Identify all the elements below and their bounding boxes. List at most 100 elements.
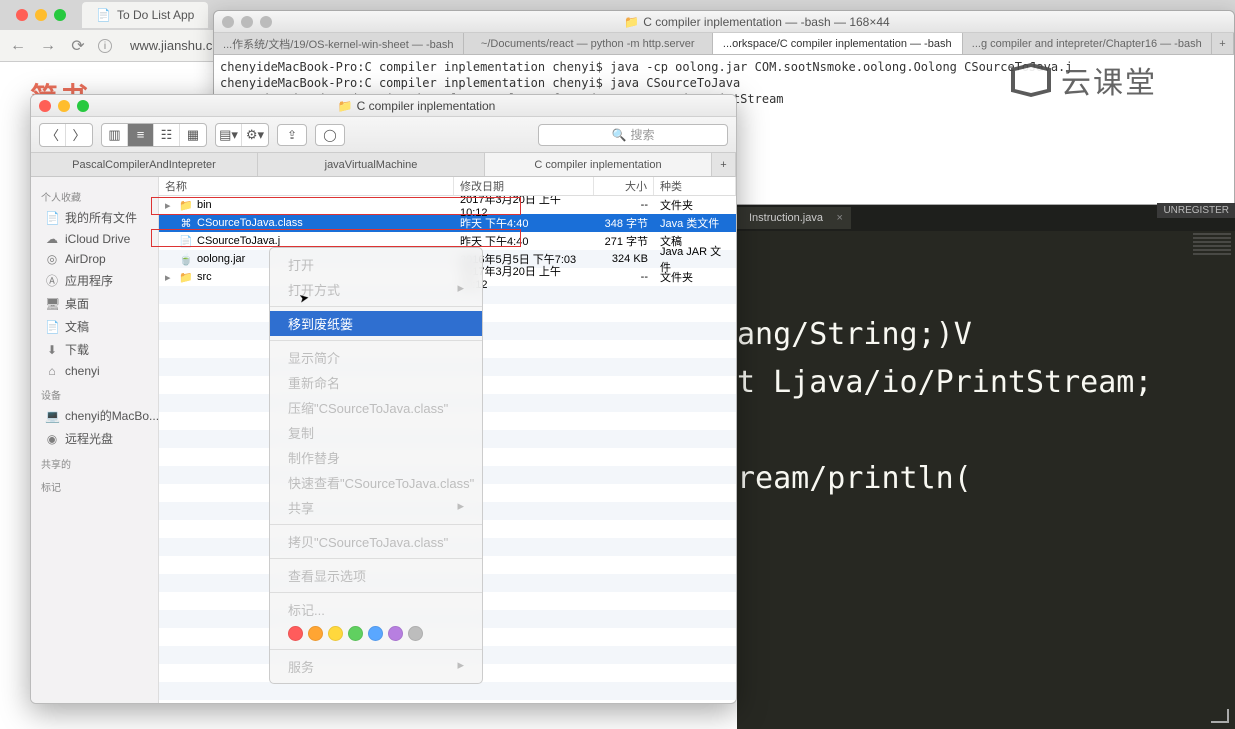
close-icon[interactable] (222, 16, 234, 28)
file-icon: 📁 (179, 199, 193, 212)
info-icon[interactable]: i (98, 39, 112, 53)
file-row[interactable]: ▸📁bin2017年3月20日 上午10:12--文件夹 (159, 196, 736, 214)
tag-icon[interactable] (328, 626, 343, 641)
disclosure-icon[interactable]: ▸ (165, 199, 175, 212)
menu-item[interactable]: 压缩"CSourceToJava.class" (270, 395, 482, 420)
search-placeholder: 搜索 (630, 126, 654, 143)
context-menu[interactable]: 打开打开方式移到废纸篓显示简介重新命名压缩"CSourceToJava.clas… (269, 247, 483, 684)
new-tab-icon[interactable]: + (1212, 33, 1234, 54)
sidebar-item[interactable]: 🖥桌面 (31, 292, 158, 315)
forward-icon[interactable]: → (38, 37, 58, 55)
finder-tabs: PascalCompilerAndIntepreterjavaVirtualMa… (31, 153, 736, 177)
nav-segment[interactable]: 〈 〉 (39, 123, 93, 147)
menu-item[interactable]: 拷贝"CSourceToJava.class" (270, 529, 482, 554)
column-view-icon[interactable]: ☷ (154, 124, 180, 146)
finder-tab[interactable]: C compiler inplementation (485, 153, 712, 176)
file-name: CSourceToJava.j (197, 235, 280, 247)
file-kind: 文件夹 (654, 269, 736, 285)
search-field[interactable]: 🔍 搜索 (538, 124, 728, 146)
arrange-segment[interactable]: ▤▾ ⚙▾ (215, 123, 269, 147)
new-tab-icon[interactable]: + (712, 153, 736, 176)
terminal-tab[interactable]: ~/Documents/react — python -m http.serve… (464, 33, 714, 54)
sidebar-item[interactable]: Ⓐ应用程序 (31, 269, 158, 292)
minimize-icon[interactable] (58, 100, 70, 112)
resize-icon[interactable] (1211, 709, 1229, 723)
menu-item[interactable]: 标记... (270, 597, 482, 622)
action-icon[interactable]: ⚙▾ (242, 124, 268, 146)
menu-item[interactable]: 复制 (270, 420, 482, 445)
sidebar-item[interactable]: 💻chenyi的MacBo... (31, 404, 158, 427)
menu-item[interactable]: 移到废纸篓 (270, 311, 482, 336)
col-name[interactable]: 名称 (159, 177, 454, 195)
col-kind[interactable]: 种类 (654, 177, 736, 195)
gallery-view-icon[interactable]: ▦ (180, 124, 206, 146)
window-controls[interactable] (6, 9, 76, 21)
terminal-titlebar[interactable]: 📁 C compiler inplementation — -bash — 16… (214, 11, 1234, 33)
menu-item[interactable]: 制作替身 (270, 445, 482, 470)
sidebar-item[interactable]: 📄我的所有文件 (31, 206, 158, 229)
browser-tab[interactable]: 📄 To Do List App (82, 2, 208, 28)
menu-item[interactable]: 重新命名 (270, 370, 482, 395)
disclosure-icon[interactable]: ▸ (165, 271, 175, 284)
close-icon[interactable]: × (837, 212, 843, 224)
finder-tab[interactable]: javaVirtualMachine (258, 153, 485, 176)
tags-icon[interactable]: ◯ (315, 124, 345, 146)
menu-item[interactable]: 快速查看"CSourceToJava.class" (270, 470, 482, 495)
sidebar-item[interactable]: ⌂chenyi (31, 361, 158, 381)
sidebar-item[interactable]: ◎AirDrop (31, 249, 158, 269)
menu-item[interactable]: 服务 (270, 654, 482, 679)
editor-body[interactable]: ang/String;)V t Ljava/io/PrintStream; re… (737, 231, 1235, 503)
menu-item[interactable]: 打开方式 (270, 277, 482, 302)
sidebar-heading: 个人收藏 (31, 183, 158, 206)
list-view-icon[interactable]: ≡ (128, 124, 154, 146)
sidebar-item[interactable]: 📄文稿 (31, 315, 158, 338)
sidebar-item[interactable]: ⬇︎下载 (31, 338, 158, 361)
tag-icon[interactable] (388, 626, 403, 641)
terminal-tab[interactable]: ...作系统/文档/19/OS-kernel-win-sheet — -bash (214, 33, 464, 54)
minimap[interactable] (1189, 231, 1235, 301)
column-header[interactable]: 名称 修改日期 大小 种类 (159, 177, 736, 196)
terminal-tab[interactable]: ...orkspace/C compiler inplementation — … (713, 33, 963, 54)
menu-item[interactable]: 查看显示选项 (270, 563, 482, 588)
maximize-icon[interactable] (260, 16, 272, 28)
sidebar-item[interactable]: ☁︎iCloud Drive (31, 229, 158, 249)
tag-icon[interactable] (288, 626, 303, 641)
back-icon[interactable]: 〈 (40, 124, 66, 146)
close-icon[interactable] (39, 100, 51, 112)
sidebar-item[interactable]: ◉远程光盘 (31, 427, 158, 450)
forward-icon[interactable]: 〉 (66, 124, 92, 146)
tag-icon[interactable] (308, 626, 323, 641)
minimize-icon[interactable] (241, 16, 253, 28)
sidebar-heading: 设备 (31, 381, 158, 404)
editor-tab[interactable]: Instruction.java × (737, 207, 851, 229)
file-row[interactable]: ⌘CSourceToJava.class昨天 下午4:40348 字节Java … (159, 214, 736, 232)
maximize-icon[interactable] (54, 9, 66, 21)
finder-titlebar[interactable]: 📁 C compiler inplementation (31, 95, 736, 117)
sidebar-icon: 📄 (45, 320, 59, 334)
minimize-icon[interactable] (35, 9, 47, 21)
arrange-icon[interactable]: ▤▾ (216, 124, 242, 146)
col-size[interactable]: 大小 (594, 177, 654, 195)
share-icon[interactable]: ⇪ (277, 124, 307, 146)
finder-tab[interactable]: PascalCompilerAndIntepreter (31, 153, 258, 176)
tag-icon[interactable] (408, 626, 423, 641)
file-size: -- (594, 199, 654, 211)
menu-item[interactable]: 打开 (270, 252, 482, 277)
menu-item[interactable]: 显示简介 (270, 345, 482, 370)
view-segment[interactable]: ▥ ≡ ☷ ▦ (101, 123, 207, 147)
terminal-tabs: ...作系统/文档/19/OS-kernel-win-sheet — -bash… (214, 33, 1234, 55)
menu-item[interactable]: 共享 (270, 495, 482, 520)
tag-icon[interactable] (368, 626, 383, 641)
back-icon[interactable]: ← (8, 37, 28, 55)
icon-view-icon[interactable]: ▥ (102, 124, 128, 146)
folder-icon: 📁 (624, 15, 639, 29)
finder-sidebar: 个人收藏📄我的所有文件☁︎iCloud Drive◎AirDropⒶ应用程序🖥桌… (31, 177, 159, 703)
terminal-tab[interactable]: ...g compiler and intepreter/Chapter16 —… (963, 33, 1213, 54)
yunketang-logo-icon (1011, 63, 1051, 97)
reload-icon[interactable]: ⟳ (68, 36, 88, 56)
empty-row (159, 700, 736, 703)
close-icon[interactable] (16, 9, 28, 21)
maximize-icon[interactable] (77, 100, 89, 112)
tag-icon[interactable] (348, 626, 363, 641)
col-date[interactable]: 修改日期 (454, 177, 594, 195)
